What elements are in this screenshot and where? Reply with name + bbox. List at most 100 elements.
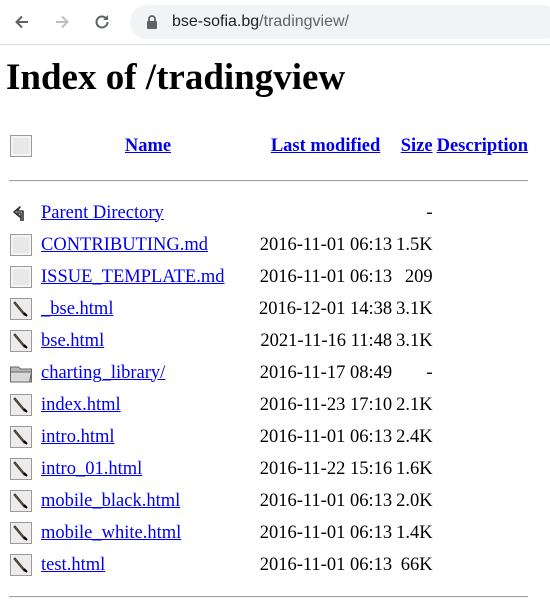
row-modified-cell: 2016-11-17 08:49 [259, 362, 393, 383]
row-size-cell: 1.4K [396, 522, 433, 543]
row-modified-cell: 2016-11-01 06:13 [259, 554, 393, 575]
row-name-cell: CONTRIBUTING.md [40, 230, 256, 260]
sort-by-last-modified-link[interactable]: Last modified [271, 136, 380, 156]
arrow-right-icon [56, 15, 69, 29]
row-icon-cell [8, 262, 38, 292]
row-size-cell: - [426, 202, 433, 223]
url-path: /tradingview/ [259, 13, 349, 30]
file-icon [9, 233, 37, 257]
file-link[interactable]: test.html [41, 555, 105, 575]
table-row: bse.html 2021-11-16 11:48 3.1K [8, 326, 529, 356]
row-icon-cell [8, 454, 38, 484]
html-file-icon [9, 329, 37, 353]
row-name-cell: intro.html [40, 422, 256, 452]
html-file-icon [9, 553, 37, 577]
file-link[interactable]: mobile_black.html [41, 491, 180, 511]
header-last-modified: Last modified [258, 128, 393, 164]
header-size: Size [395, 128, 434, 164]
back-icon [9, 201, 37, 225]
row-description-cell [436, 294, 529, 324]
row-modified-cell: 2016-11-01 06:13 [259, 490, 393, 511]
table-row: charting_library/2016-11-17 08:49 - [8, 358, 529, 388]
row-name-cell: intro_01.html [40, 454, 256, 484]
file-link[interactable]: intro.html [41, 427, 115, 447]
row-icon-cell [8, 358, 38, 388]
table-row: index.html 2016-11-23 17:10 2.1K [8, 390, 529, 420]
row-modified-cell: 2016-11-01 06:13 [259, 234, 393, 255]
row-icon-cell [8, 550, 38, 580]
file-icon [9, 265, 37, 289]
reload-button[interactable] [88, 8, 116, 36]
row-modified-cell: 2016-12-01 14:38 [259, 298, 393, 319]
row-icon-cell [8, 518, 38, 548]
header-row: Name Last modified Size Description [8, 128, 529, 164]
row-description-cell [436, 230, 529, 260]
row-name-cell: charting_library/ [40, 358, 256, 388]
row-icon-cell [8, 422, 38, 452]
row-icon-cell [8, 198, 38, 228]
row-description-cell [436, 390, 529, 420]
blank-icon [10, 135, 32, 157]
sort-by-name-link[interactable]: Name [125, 136, 171, 156]
row-modified-cell [258, 198, 393, 228]
back-button[interactable] [8, 8, 36, 36]
row-name-cell: index.html [40, 390, 256, 420]
header-description: Description [436, 128, 529, 164]
html-file-icon [9, 489, 37, 513]
sort-by-size-link[interactable]: Size [401, 136, 433, 156]
url-host: bse-sofia.bg [172, 13, 260, 30]
sort-by-description-link[interactable]: Description [437, 136, 528, 156]
address-bar[interactable]: bse-sofia.bg/tradingview/ [130, 5, 550, 39]
divider [9, 180, 529, 182]
row-description-cell [436, 358, 529, 388]
page-title: Index of /tradingview [6, 57, 346, 98]
row-description-cell [436, 326, 529, 356]
separator-row [8, 582, 529, 612]
file-link[interactable]: Parent Directory [41, 203, 164, 223]
lock-icon [147, 15, 157, 29]
row-description-cell [436, 422, 529, 452]
file-link[interactable]: _bse.html [41, 299, 113, 319]
row-modified-cell: 2016-11-01 06:13 [259, 426, 393, 447]
row-name-cell: Parent Directory [40, 198, 256, 228]
file-link[interactable]: index.html [41, 395, 121, 415]
table-row: Parent Directory - [8, 198, 529, 228]
row-size-cell: 1.5K [396, 234, 433, 255]
row-description-cell [436, 262, 529, 292]
row-name-cell: mobile_white.html [40, 518, 256, 548]
url-text: bse-sofia.bg/tradingview/ [172, 13, 349, 31]
row-name-cell: mobile_black.html [40, 486, 256, 516]
row-description-cell [436, 518, 529, 548]
file-link[interactable]: bse.html [41, 331, 104, 351]
file-link[interactable]: charting_library/ [41, 363, 165, 383]
row-icon-cell [8, 294, 38, 324]
row-description-cell [436, 550, 529, 580]
row-name-cell: _bse.html [40, 294, 256, 324]
row-size-cell: 2.0K [396, 490, 433, 511]
file-link[interactable]: intro_01.html [41, 459, 142, 479]
row-size-cell: 66K [400, 554, 433, 575]
row-name-cell: test.html [40, 550, 256, 580]
row-description-cell [436, 454, 529, 484]
table-row: mobile_black.html 2016-11-01 06:13 2.0K [8, 486, 529, 516]
file-link[interactable]: ISSUE_TEMPLATE.md [41, 267, 224, 287]
row-modified-cell: 2016-11-01 06:13 [259, 522, 393, 543]
file-link[interactable]: CONTRIBUTING.md [41, 235, 208, 255]
html-file-icon [9, 425, 37, 449]
table-row: mobile_white.html 2016-11-01 06:13 1.4K [8, 518, 529, 548]
row-size-cell: 3.1K [396, 298, 433, 319]
divider [9, 596, 529, 598]
row-size-cell: 2.4K [396, 426, 433, 447]
table-row: intro_01.html 2016-11-22 15:16 1.6K [8, 454, 529, 484]
html-file-icon [9, 457, 37, 481]
row-modified-cell: 2021-11-16 11:48 [260, 330, 393, 351]
row-size-cell: - [426, 362, 433, 383]
forward-button[interactable] [48, 8, 76, 36]
html-file-icon [9, 393, 37, 417]
html-file-icon [9, 521, 37, 545]
file-link[interactable]: mobile_white.html [41, 523, 181, 543]
row-icon-cell [8, 486, 38, 516]
header-icon-cell [8, 128, 38, 164]
row-description-cell [436, 198, 529, 228]
table-row: CONTRIBUTING.md 2016-11-01 06:13 1.5K [8, 230, 529, 260]
